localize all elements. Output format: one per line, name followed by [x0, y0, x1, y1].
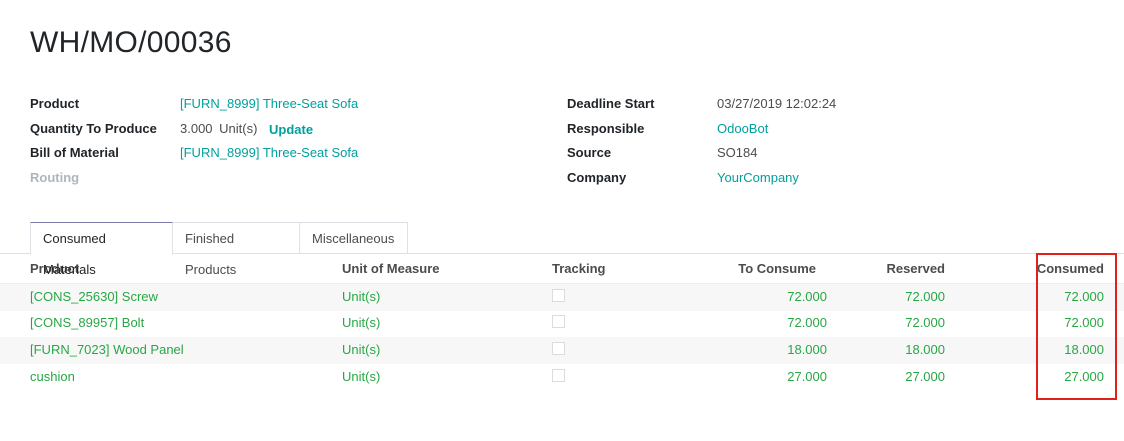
responsible-link[interactable]: OdooBot — [717, 121, 768, 136]
product-link[interactable]: [FURN_8999] Three-Seat Sofa — [180, 96, 358, 111]
consumed-column-highlight — [1036, 253, 1117, 400]
tab-finished-products[interactable]: Finished Products — [172, 222, 300, 277]
row-to-consume[interactable]: 18.000 — [686, 342, 827, 357]
quantity-number: 3.000 — [180, 121, 213, 136]
bom-link[interactable]: [FURN_8999] Three-Seat Sofa — [180, 145, 358, 160]
row-reserved[interactable]: 18.000 — [830, 342, 945, 357]
routing-label: Routing — [30, 170, 80, 185]
row-uom[interactable]: Unit(s) — [342, 369, 380, 384]
table-row[interactable]: [CONS_89957] Bolt Unit(s) 72.000 72.000 … — [0, 310, 1124, 337]
company-label: Company — [567, 170, 627, 185]
record-title: WH/MO/00036 — [30, 26, 232, 59]
row-reserved[interactable]: 72.000 — [830, 289, 945, 304]
responsible-label: Responsible — [567, 121, 645, 136]
row-product[interactable]: [FURN_7023] Wood Panel — [30, 342, 184, 357]
row-reserved[interactable]: 27.000 — [830, 369, 945, 384]
update-quantity-button[interactable]: Update — [269, 122, 313, 137]
quantity-label: Quantity To Produce — [30, 121, 157, 136]
tracking-checkbox[interactable] — [552, 369, 565, 382]
row-product[interactable]: cushion — [30, 369, 75, 384]
table-row[interactable]: [FURN_7023] Wood Panel Unit(s) 18.000 18… — [0, 337, 1124, 364]
row-product[interactable]: [CONS_89957] Bolt — [30, 315, 144, 330]
deadline-label: Deadline Start — [567, 96, 655, 111]
column-header-tracking[interactable]: Tracking — [552, 261, 605, 276]
row-product[interactable]: [CONS_25630] Screw — [30, 289, 158, 304]
row-to-consume[interactable]: 72.000 — [686, 315, 827, 330]
table-row[interactable]: [CONS_25630] Screw Unit(s) 72.000 72.000… — [0, 284, 1124, 311]
source-label: Source — [567, 145, 612, 160]
column-header-to-consume[interactable]: To Consume — [686, 261, 816, 276]
tracking-checkbox[interactable] — [552, 342, 565, 355]
quantity-unit: Unit(s) — [219, 121, 258, 136]
company-link[interactable]: YourCompany — [717, 170, 799, 185]
product-label: Product — [30, 96, 80, 111]
source-value: SO184 — [717, 145, 758, 160]
column-header-uom[interactable]: Unit of Measure — [342, 261, 440, 276]
bom-label: Bill of Material — [30, 145, 119, 160]
row-reserved[interactable]: 72.000 — [830, 315, 945, 330]
row-to-consume[interactable]: 72.000 — [686, 289, 827, 304]
tracking-checkbox[interactable] — [552, 315, 565, 328]
tracking-checkbox[interactable] — [552, 289, 565, 302]
quantity-value: 3.000 Unit(s) — [180, 121, 257, 136]
deadline-value: 03/27/2019 12:02:24 — [717, 96, 837, 111]
tab-miscellaneous[interactable]: Miscellaneous — [299, 222, 408, 253]
column-header-reserved[interactable]: Reserved — [830, 261, 945, 276]
table-row[interactable]: cushion Unit(s) 27.000 27.000 27.000 — [0, 364, 1124, 391]
row-to-consume[interactable]: 27.000 — [686, 369, 827, 384]
row-uom[interactable]: Unit(s) — [342, 342, 380, 357]
row-uom[interactable]: Unit(s) — [342, 289, 380, 304]
row-uom[interactable]: Unit(s) — [342, 315, 380, 330]
tab-consumed-materials[interactable]: Consumed Materials — [30, 222, 173, 277]
